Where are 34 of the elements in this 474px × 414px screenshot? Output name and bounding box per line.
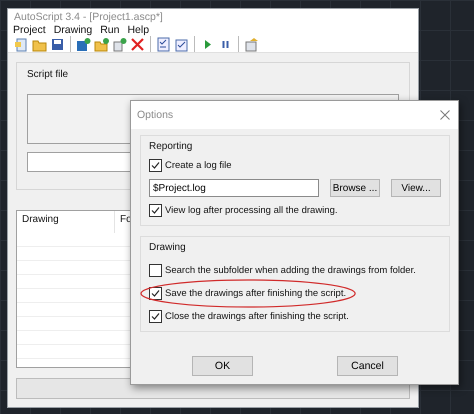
menu-item[interactable]: Drawing — [52, 24, 96, 36]
ok-button[interactable]: OK — [192, 356, 253, 376]
add-drawing-icon[interactable] — [76, 36, 91, 52]
group-label: Reporting — [149, 141, 192, 152]
dialog-title: Options — [137, 109, 174, 121]
menu-item[interactable]: Run — [99, 24, 124, 36]
checkbox[interactable] — [149, 159, 162, 172]
log-file-field[interactable]: $Project.log — [149, 179, 319, 197]
checkbox[interactable] — [149, 204, 162, 217]
window-title: AutoScript 3.4 - [Project1.ascp*] — [14, 10, 163, 22]
browse-button[interactable]: Browse ... — [330, 179, 380, 197]
checkbox[interactable] — [149, 264, 162, 277]
settings-icon[interactable] — [244, 36, 259, 52]
column-header[interactable]: Drawing — [17, 211, 115, 233]
checkbox[interactable] — [149, 310, 162, 323]
group-label: Drawing — [149, 242, 186, 253]
checklist-icon[interactable] — [156, 36, 171, 52]
cancel-button[interactable]: Cancel — [337, 356, 398, 376]
view-button[interactable]: View... — [391, 179, 441, 197]
checkbox-label[interactable]: Search the subfolder when adding the drawings from folder. — [165, 265, 416, 276]
check-icon[interactable] — [174, 36, 189, 52]
checkbox-label[interactable]: Create a log file — [165, 160, 232, 171]
close-icon[interactable] — [440, 110, 450, 120]
delete-icon[interactable] — [130, 36, 145, 52]
group-label: Script file — [27, 69, 68, 80]
add-folder-icon[interactable] — [94, 36, 109, 52]
checkbox[interactable] — [149, 287, 162, 300]
menu-item[interactable]: Help — [126, 24, 154, 36]
checkbox-label[interactable]: Close the drawings after finishing the script. — [165, 311, 349, 322]
save-icon[interactable] — [50, 36, 65, 52]
checkbox-label[interactable]: View log after processing all the drawing. — [165, 205, 338, 216]
new-file-icon[interactable] — [14, 36, 29, 52]
menu-item[interactable]: Project — [12, 24, 50, 36]
add-files-icon[interactable] — [112, 36, 127, 52]
